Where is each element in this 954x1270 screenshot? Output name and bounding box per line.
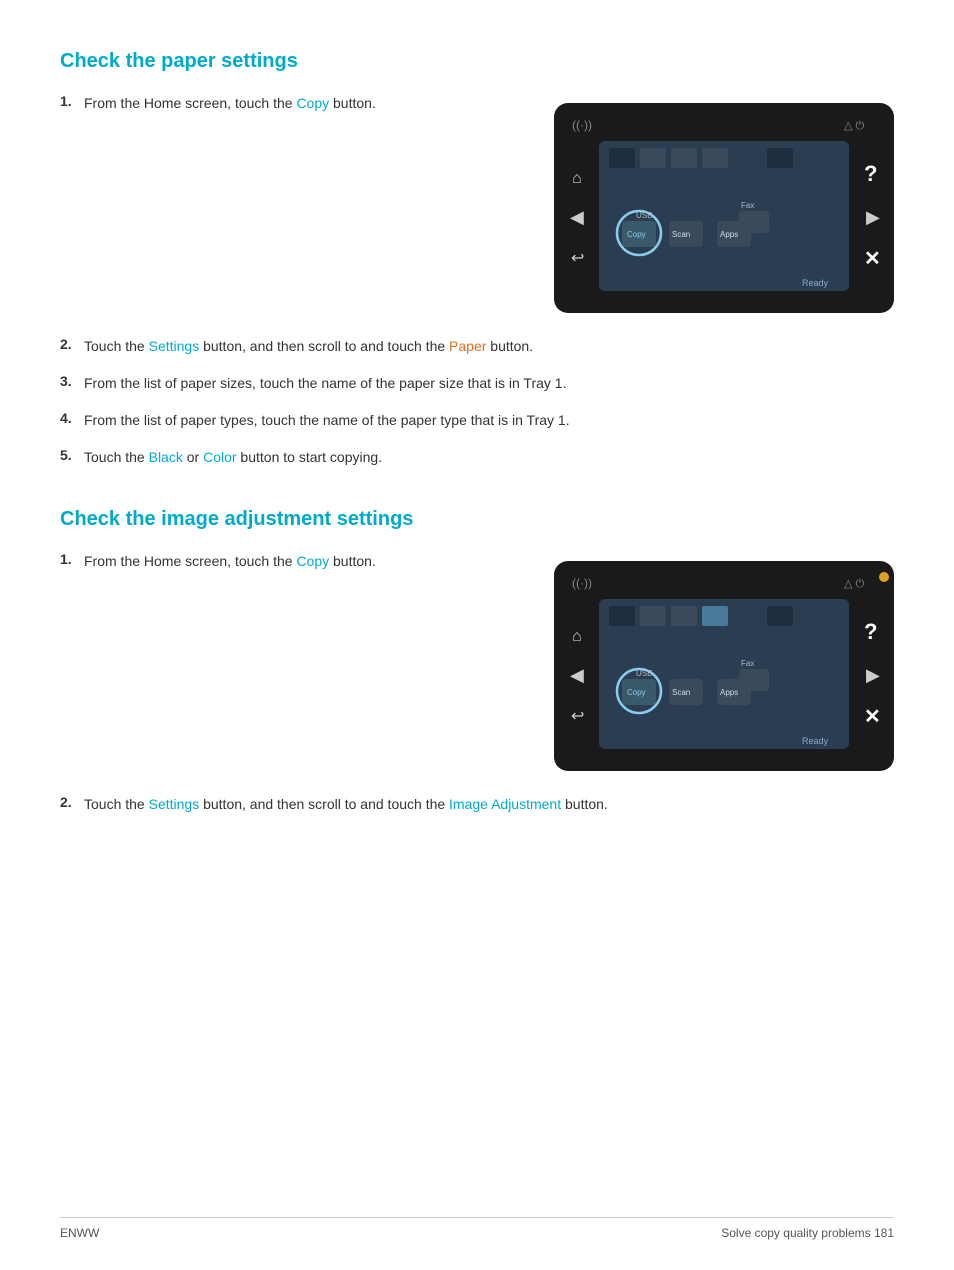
svg-text:⌂: ⌂ xyxy=(572,628,582,645)
section2-step1-row: 1. From the Home screen, touch the Copy … xyxy=(60,551,524,572)
section2-step2-number: 2. xyxy=(60,794,84,810)
printer-screen-1: ((·)) △ ⏻ ⌂ ◀ ↩ ? ▶ ✕ xyxy=(554,103,894,316)
section2-content-row: 1. From the Home screen, touch the Copy … xyxy=(60,551,894,774)
step1-text: From the Home screen, touch the Copy but… xyxy=(84,93,524,114)
section2-step2-link-settings[interactable]: Settings xyxy=(149,796,200,812)
svg-text:Copy: Copy xyxy=(627,230,646,239)
printer-svg-2: ((·)) △ ⏻ ⌂ ◀ ↩ ? ▶ ✕ xyxy=(554,561,894,771)
step1-text-after: button. xyxy=(329,95,376,111)
footer-left: ENWW xyxy=(60,1226,99,1240)
svg-text:▶: ▶ xyxy=(866,207,880,227)
step4-number: 4. xyxy=(60,410,84,426)
svg-text:Apps: Apps xyxy=(720,230,738,239)
section-check-paper: Check the paper settings 1. From the Hom… xyxy=(60,50,894,468)
svg-text:△ ⏻: △ ⏻ xyxy=(844,120,865,132)
svg-text:↩: ↩ xyxy=(571,708,584,725)
svg-text:Ready: Ready xyxy=(802,736,829,746)
step2-number: 2. xyxy=(60,336,84,352)
svg-text:▶: ▶ xyxy=(866,665,880,685)
svg-text:Fax: Fax xyxy=(741,201,754,210)
page-footer: ENWW Solve copy quality problems 181 xyxy=(60,1217,894,1240)
step3-row: 3. From the list of paper sizes, touch t… xyxy=(60,373,894,394)
step1-text-before: From the Home screen, touch the xyxy=(84,95,296,111)
step3-text: From the list of paper sizes, touch the … xyxy=(84,373,894,394)
section2-step2-row: 2. Touch the Settings button, and then s… xyxy=(60,794,894,815)
svg-text:✕: ✕ xyxy=(864,706,881,728)
svg-text:↩: ↩ xyxy=(571,250,584,267)
step5-link-color[interactable]: Color xyxy=(203,449,236,465)
section2-step1-link-copy[interactable]: Copy xyxy=(296,553,329,569)
step1-link-copy[interactable]: Copy xyxy=(296,95,329,111)
svg-text:Fax: Fax xyxy=(741,659,754,668)
svg-text:◀: ◀ xyxy=(570,207,584,227)
svg-text:Scan: Scan xyxy=(672,230,690,239)
svg-text:Ready: Ready xyxy=(802,278,829,288)
svg-text:((·)): ((·)) xyxy=(572,118,592,132)
step2-text: Touch the Settings button, and then scro… xyxy=(84,336,894,357)
svg-text:USB: USB xyxy=(636,211,652,220)
section2-step2-link-image-adj[interactable]: Image Adjustment xyxy=(449,796,561,812)
svg-text:✕: ✕ xyxy=(864,248,881,270)
svg-text:◀: ◀ xyxy=(570,665,584,685)
section-check-image: Check the image adjustment settings 1. F… xyxy=(60,508,894,815)
svg-text:?: ? xyxy=(864,619,877,644)
section1-steps: 1. From the Home screen, touch the Copy … xyxy=(60,93,524,130)
step3-number: 3. xyxy=(60,373,84,389)
step2-link-paper[interactable]: Paper xyxy=(449,338,486,354)
step4-text: From the list of paper types, touch the … xyxy=(84,410,894,431)
step1-number: 1. xyxy=(60,93,84,109)
printer-screen-2: ((·)) △ ⏻ ⌂ ◀ ↩ ? ▶ ✕ xyxy=(554,561,894,774)
step2-link-settings[interactable]: Settings xyxy=(149,338,200,354)
step5-row: 5. Touch the Black or Color button to st… xyxy=(60,447,894,468)
section1-content-row: 1. From the Home screen, touch the Copy … xyxy=(60,93,894,316)
section1-heading: Check the paper settings xyxy=(60,50,894,73)
footer-right: Solve copy quality problems 181 xyxy=(721,1226,894,1240)
section2-heading: Check the image adjustment settings xyxy=(60,508,894,531)
svg-text:((·)): ((·)) xyxy=(572,576,592,590)
svg-text:△ ⏻: △ ⏻ xyxy=(844,578,865,590)
section2-step1-number: 1. xyxy=(60,551,84,567)
svg-text:Apps: Apps xyxy=(720,688,738,697)
svg-text:Scan: Scan xyxy=(672,688,690,697)
section2-step2-text: Touch the Settings button, and then scro… xyxy=(84,794,894,815)
printer-svg-1: ((·)) △ ⏻ ⌂ ◀ ↩ ? ▶ ✕ xyxy=(554,103,894,313)
section2-step1-text: From the Home screen, touch the Copy but… xyxy=(84,551,524,572)
step5-text: Touch the Black or Color button to start… xyxy=(84,447,894,468)
svg-text:?: ? xyxy=(864,161,877,186)
step1-row: 1. From the Home screen, touch the Copy … xyxy=(60,93,524,114)
svg-text:⌂: ⌂ xyxy=(572,170,582,187)
step4-row: 4. From the list of paper types, touch t… xyxy=(60,410,894,431)
section2-steps: 1. From the Home screen, touch the Copy … xyxy=(60,551,524,588)
svg-text:USB: USB xyxy=(636,669,652,678)
svg-text:Copy: Copy xyxy=(627,688,646,697)
step5-number: 5. xyxy=(60,447,84,463)
step5-link-black[interactable]: Black xyxy=(149,449,183,465)
step2-row: 2. Touch the Settings button, and then s… xyxy=(60,336,894,357)
